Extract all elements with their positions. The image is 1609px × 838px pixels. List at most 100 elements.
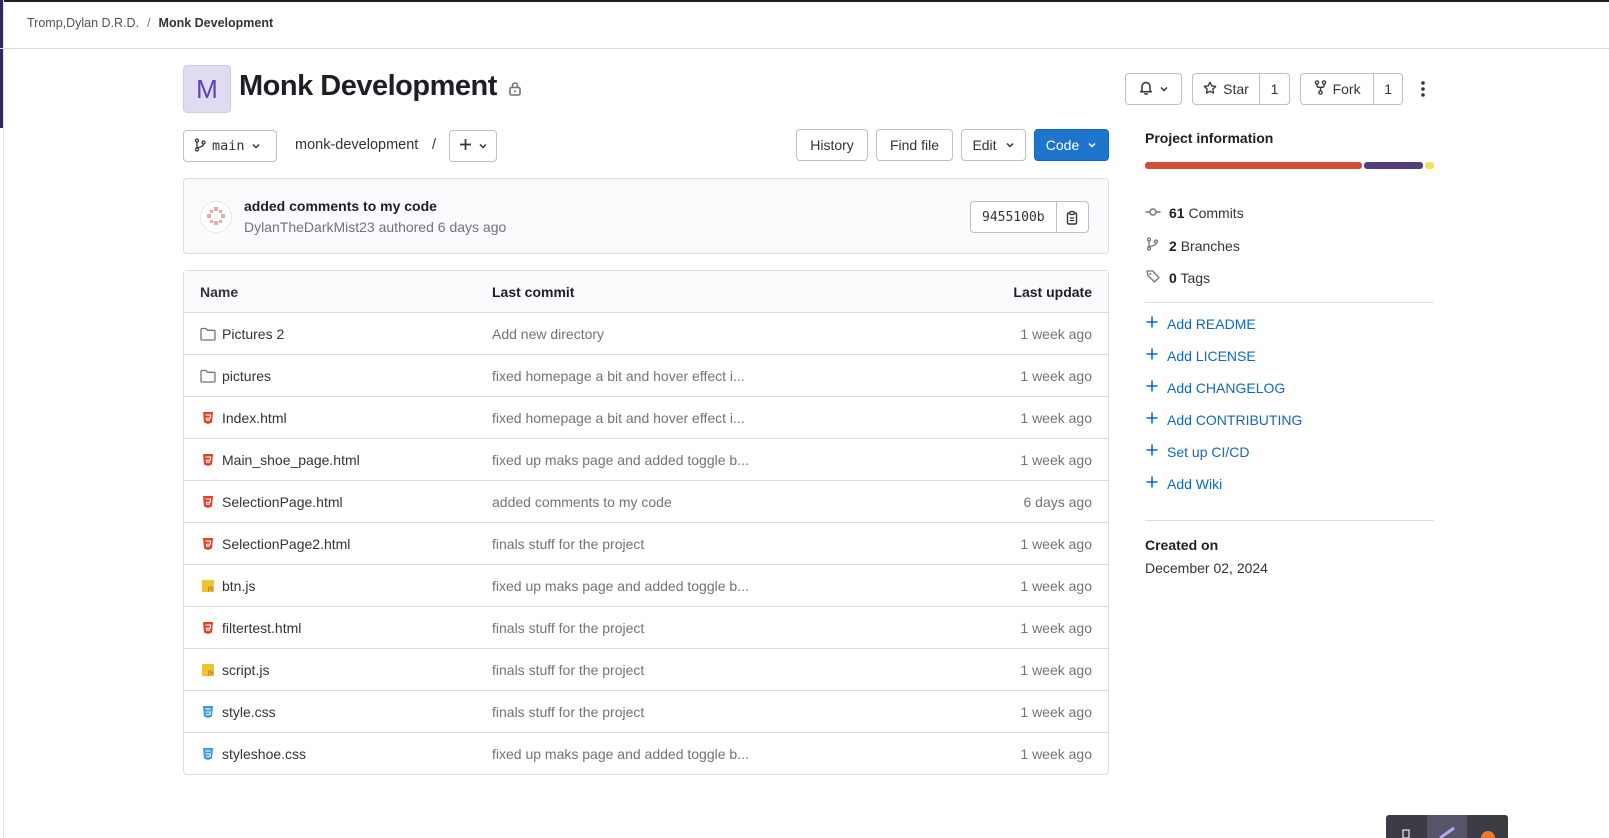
html-file-icon — [200, 494, 216, 510]
path-root[interactable]: monk-development — [295, 137, 418, 153]
file-name-link[interactable]: SelectionPage.html — [222, 494, 343, 510]
file-last-commit[interactable]: fixed up maks page and added toggle b... — [492, 746, 932, 762]
table-header: Name Last commit Last update — [184, 271, 1108, 312]
file-name-cell: SelectionPage2.html — [184, 536, 492, 552]
language-segment[interactable] — [1363, 162, 1424, 169]
file-name-link[interactable]: Pictures 2 — [222, 326, 284, 342]
table-row[interactable]: Pictures 2 Add new directory 1 week ago — [184, 312, 1108, 354]
pen-icon[interactable] — [1426, 815, 1468, 838]
table-row[interactable]: Main_shoe_page.html fixed up maks page an… — [184, 438, 1108, 480]
usb-icon[interactable] — [1386, 815, 1427, 838]
folder-icon — [200, 326, 216, 342]
js-file-icon: JS — [200, 662, 216, 678]
branches-link[interactable]: 2 Branches — [1145, 237, 1240, 254]
sidebar-add-link[interactable]: Add LICENSE — [1145, 347, 1256, 364]
copy-icon[interactable] — [1055, 202, 1088, 232]
fork-toggle[interactable]: Fork — [1301, 74, 1373, 104]
file-name-link[interactable]: pictures — [222, 368, 271, 384]
file-last-update: 1 week ago — [1020, 451, 1092, 468]
file-name-link[interactable]: script.js — [222, 662, 269, 678]
file-last-commit[interactable]: fixed up maks page and added toggle b... — [492, 452, 932, 468]
created-on-date: December 02, 2024 — [1145, 560, 1268, 576]
sidebar-title: Project information — [1145, 130, 1274, 146]
file-name-link[interactable]: SelectionPage2.html — [222, 536, 350, 552]
file-last-commit[interactable]: added comments to my code — [492, 494, 932, 510]
star-count[interactable]: 1 — [1259, 74, 1289, 104]
breadcrumb-group[interactable]: Tromp,Dylan D.R.D. — [27, 16, 139, 30]
sidebar-add-link-label: Add CHANGELOG — [1167, 379, 1286, 396]
file-name-link[interactable]: style.css — [222, 704, 276, 720]
file-last-commit[interactable]: finals stuff for the project — [492, 662, 932, 678]
tags-link[interactable]: 0 Tags — [1145, 269, 1210, 286]
project-information-sidebar: Project information 61 Commits 2 Branche… — [1145, 130, 1434, 576]
created-on-label: Created on — [1145, 537, 1219, 553]
sidebar-divider — [1145, 520, 1434, 521]
file-name-link[interactable]: Index.html — [222, 410, 287, 426]
chevron-down-icon — [1159, 81, 1169, 97]
commit-title[interactable]: added comments to my code — [244, 198, 437, 214]
breadcrumb-separator: / — [147, 16, 151, 30]
fork-button[interactable]: Fork 1 — [1300, 73, 1403, 105]
edit-button[interactable]: Edit — [961, 129, 1026, 161]
file-name-link[interactable]: styleshoe.css — [222, 746, 306, 762]
find-file-button[interactable]: Find file — [876, 129, 953, 161]
breadcrumb-project[interactable]: Monk Development — [159, 16, 274, 30]
table-row[interactable]: styleshoe.css fixed up maks page and adde… — [184, 732, 1108, 774]
file-last-commit[interactable]: finals stuff for the project — [492, 704, 932, 720]
commit-time: authored 6 days ago — [378, 219, 507, 235]
history-button[interactable]: History — [796, 129, 868, 161]
file-last-update: 1 week ago — [1020, 619, 1092, 636]
fork-count[interactable]: 1 — [1373, 74, 1402, 104]
code-label: Code — [1045, 137, 1080, 153]
language-segment[interactable] — [1145, 162, 1362, 169]
file-name-link[interactable]: Main_shoe_page.html — [222, 452, 360, 468]
js-file-icon: JS — [200, 578, 216, 594]
project-avatar: M — [183, 65, 231, 113]
commit-sha[interactable]: 9455100b — [971, 202, 1056, 232]
sidebar-add-link[interactable]: Add Wiki — [1145, 475, 1222, 492]
author-avatar[interactable] — [200, 201, 232, 233]
path-separator: / — [432, 137, 437, 153]
file-last-commit[interactable]: fixed up maks page and added toggle b... — [492, 578, 932, 594]
branch-name: main — [212, 138, 245, 154]
kebab-icon[interactable] — [1407, 73, 1439, 105]
breadcrumb: Tromp,Dylan D.R.D. / Monk Development — [27, 16, 273, 30]
table-row[interactable]: Index.html fixed homepage a bit and hover… — [184, 396, 1108, 438]
sidebar-add-link[interactable]: Add CHANGELOG — [1145, 379, 1285, 396]
language-segment[interactable] — [1425, 162, 1434, 169]
add-file-button[interactable] — [449, 130, 497, 162]
file-name-link[interactable]: btn.js — [222, 578, 255, 594]
file-last-commit[interactable]: finals stuff for the project — [492, 620, 932, 636]
table-row[interactable]: SelectionPage2.html finals stuff for the … — [184, 522, 1108, 564]
file-name-link[interactable]: filtertest.html — [222, 620, 301, 636]
language-bar[interactable] — [1145, 162, 1434, 169]
top-edge — [0, 0, 1609, 2]
file-last-commit[interactable]: Add new directory — [492, 326, 932, 342]
file-last-commit[interactable]: fixed homepage a bit and hover effect i.… — [492, 368, 932, 384]
commits-link[interactable]: 61 Commits — [1145, 205, 1244, 221]
table-row[interactable]: style.css finals stuff for the project 1 w… — [184, 690, 1108, 732]
file-last-commit[interactable]: fixed homepage a bit and hover effect i.… — [492, 410, 932, 426]
commit-author[interactable]: DylanTheDarkMist23 — [244, 219, 375, 235]
table-row[interactable]: filtertest.html finals stuff for the proj… — [184, 606, 1108, 648]
file-name-cell: SelectionPage.html — [184, 494, 492, 510]
notifications-button[interactable] — [1125, 73, 1182, 105]
chevron-down-icon — [478, 138, 488, 154]
table-row[interactable]: pictures fixed homepage a bit and hover e… — [184, 354, 1108, 396]
star-button[interactable]: Star 1 — [1192, 73, 1290, 105]
header-name: Name — [200, 283, 239, 300]
branch-selector[interactable]: main — [183, 130, 277, 162]
sidebar-add-link[interactable]: Set up CI/CD — [1145, 443, 1249, 460]
table-row[interactable]: JS btn.js fixed up maks page and added tog… — [184, 564, 1108, 606]
sidebar-add-link[interactable]: Add README — [1145, 315, 1256, 332]
file-last-commit[interactable]: finals stuff for the project — [492, 536, 932, 552]
table-row[interactable]: SelectionPage.html added comments to my c… — [184, 480, 1108, 522]
file-name-cell: Main_shoe_page.html — [184, 452, 492, 468]
html-file-icon — [200, 620, 216, 636]
star-toggle[interactable]: Star — [1193, 74, 1259, 104]
star-label: Star — [1223, 81, 1249, 97]
table-row[interactable]: JS script.js finals stuff for the project 1… — [184, 648, 1108, 690]
code-button[interactable]: Code — [1034, 129, 1109, 161]
app-icon[interactable] — [1467, 815, 1508, 838]
sidebar-add-link[interactable]: Add CONTRIBUTING — [1145, 411, 1302, 428]
